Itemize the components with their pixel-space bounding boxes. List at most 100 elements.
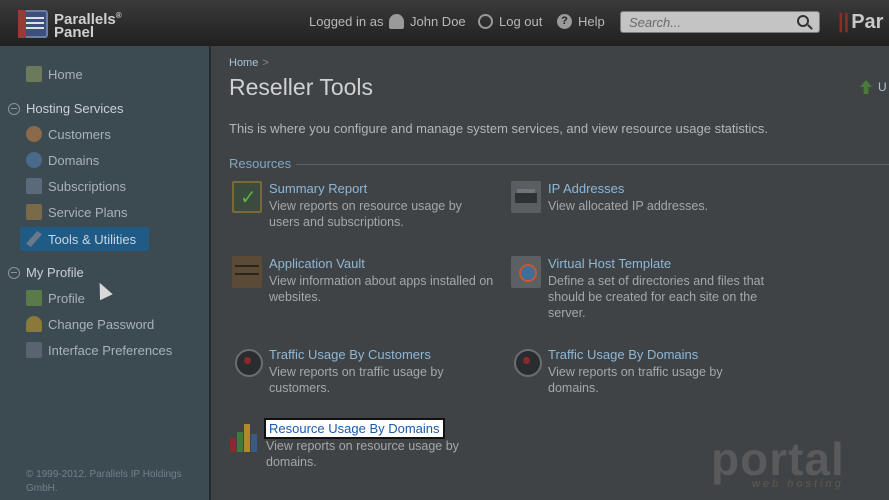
sidebar-item-customers[interactable]: Customers	[26, 126, 111, 142]
service-plans-icon	[26, 204, 42, 220]
resource-bar-2-icon	[237, 432, 243, 452]
tool-resource-usage-domains: Resource Usage By Domains View reports o…	[229, 418, 499, 470]
application-vault-link[interactable]: Application Vault	[269, 256, 497, 271]
traffic-usage-domains-description: View reports on traffic usage by domains…	[548, 365, 723, 395]
tools-icon	[26, 231, 42, 247]
search-icon[interactable]	[797, 15, 809, 27]
sidebar-item-home[interactable]: Home	[26, 66, 83, 82]
sidebar-item-label: Customers	[48, 126, 111, 142]
collapse-icon	[8, 102, 20, 115]
virtual-host-template-link[interactable]: Virtual Host Template	[548, 256, 766, 271]
application-vault-icon	[232, 256, 262, 288]
parallels-logo[interactable]: Parallels® Panel	[18, 9, 122, 41]
sidebar-item-service-plans[interactable]: Service Plans	[26, 204, 127, 220]
tool-traffic-usage-domains: Traffic Usage By Domains View reports on…	[511, 347, 771, 396]
sidebar-item-label: Change Password	[48, 316, 155, 332]
summary-report-icon	[232, 181, 262, 213]
key-icon	[26, 316, 42, 332]
mouse-cursor-icon	[93, 279, 113, 301]
sidebar-item-label: Tools & Utilities	[48, 231, 137, 247]
highlighted-link-box: Resource Usage By Domains	[264, 418, 445, 439]
help-icon: ?	[557, 14, 572, 29]
ip-addresses-description: View allocated IP addresses.	[548, 199, 709, 213]
page-title: Reseller Tools	[229, 74, 374, 100]
brand-right: || Par	[838, 11, 885, 34]
sidebar-item-label: Service Plans	[48, 204, 128, 220]
traffic-customers-icon	[232, 347, 263, 379]
sidebar: Home Hosting Services Customers Domains …	[0, 46, 210, 500]
summary-report-link[interactable]: Summary Report	[269, 181, 484, 196]
parallels-logo-icon	[18, 10, 48, 38]
upgrade-arrow-icon	[860, 80, 872, 94]
breadcrumb-home-link[interactable]: Home	[229, 57, 258, 69]
search-input[interactable]	[621, 12, 791, 32]
resource-usage-icon	[229, 420, 259, 452]
user-menu[interactable]: John Doe	[389, 14, 466, 29]
sidebar-item-label: Domains	[48, 152, 100, 168]
help-label: Help	[578, 14, 605, 29]
sidebar-item-label: Home	[48, 66, 83, 82]
sidebar-item-change-password[interactable]: Change Password	[26, 316, 154, 332]
virtual-host-template-icon	[511, 256, 541, 288]
section-title: Resources	[229, 156, 292, 171]
ip-addresses-icon	[511, 181, 541, 213]
breadcrumb: Home >	[229, 57, 269, 69]
subscriptions-icon	[26, 178, 42, 194]
resource-bar-1-icon	[230, 438, 236, 452]
logout-link[interactable]: Log out	[478, 14, 542, 29]
sidebar-section-hosting[interactable]: Hosting Services	[8, 101, 124, 116]
page-description: This is where you configure and manage s…	[229, 121, 769, 136]
traffic-usage-domains-link[interactable]: Traffic Usage By Domains	[548, 347, 748, 362]
ip-addresses-link[interactable]: IP Addresses	[548, 181, 763, 196]
summary-report-description: View reports on resource usage by users …	[269, 199, 462, 229]
logged-in-text: Logged in as	[309, 14, 384, 29]
sidebar-item-tools-utilities[interactable]: Tools & Utilities	[20, 227, 149, 251]
traffic-domains-icon	[511, 347, 542, 379]
home-icon	[26, 66, 42, 82]
breadcrumb-separator: >	[262, 57, 269, 69]
sidebar-item-label: Profile	[48, 290, 85, 306]
top-bar: Parallels® Panel Logged in as John Doe Lo…	[0, 0, 889, 46]
tool-application-vault: Application Vault View information about…	[232, 256, 493, 305]
profile-icon	[26, 290, 42, 306]
logged-in-label: Logged in as	[309, 14, 383, 29]
sidebar-item-domains[interactable]: Domains	[26, 152, 99, 168]
sidebar-section-label: Hosting Services	[26, 101, 124, 116]
power-icon	[478, 14, 493, 29]
upgrade-label: U	[878, 80, 887, 94]
tool-summary-report: Summary Report View reports on resource …	[232, 181, 482, 230]
resource-usage-domains-link[interactable]: Resource Usage By Domains	[269, 421, 440, 436]
traffic-usage-customers-description: View reports on traffic usage by custome…	[269, 365, 444, 395]
search-box	[620, 11, 820, 33]
user-name: John Doe	[410, 14, 466, 29]
sidebar-item-subscriptions[interactable]: Subscriptions	[26, 178, 126, 194]
resource-bar-4-icon	[251, 434, 257, 452]
tool-virtual-host-template: Virtual Host Template Define a set of di…	[511, 256, 771, 321]
domains-icon	[26, 152, 42, 168]
logo-text: Parallels® Panel	[54, 11, 122, 41]
virtual-host-template-description: Define a set of directories and files th…	[548, 274, 765, 320]
collapse-icon	[8, 266, 20, 279]
resource-bar-3-icon	[244, 424, 250, 452]
tool-ip-addresses: IP Addresses View allocated IP addresses…	[511, 181, 771, 214]
logout-label: Log out	[499, 14, 543, 29]
section-divider	[296, 164, 889, 165]
watermark-subtitle: web hosting	[752, 478, 844, 490]
help-link[interactable]: ? Help	[557, 14, 605, 29]
customers-icon	[26, 126, 42, 142]
sidebar-item-interface-preferences[interactable]: Interface Preferences	[26, 342, 172, 358]
traffic-usage-customers-link[interactable]: Traffic Usage By Customers	[269, 347, 469, 362]
interface-preferences-icon	[26, 342, 42, 358]
application-vault-description: View information about apps installed on…	[269, 274, 494, 304]
upgrade-link[interactable]: U	[860, 80, 887, 94]
user-icon	[389, 14, 404, 29]
sidebar-item-label: Subscriptions	[48, 178, 127, 194]
copyright: © 1999-2012. Parallels IP Holdings GmbH.	[26, 469, 182, 494]
brand-mark-icon: ||	[838, 11, 850, 33]
sidebar-section-my-profile[interactable]: My Profile	[8, 265, 84, 280]
resource-usage-domains-description: View reports on resource usage by domain…	[266, 439, 459, 469]
sidebar-item-label: Interface Preferences	[48, 342, 173, 358]
tool-traffic-usage-customers: Traffic Usage By Customers View reports …	[232, 347, 492, 396]
sidebar-section-label: My Profile	[26, 265, 84, 280]
sidebar-item-profile[interactable]: Profile	[26, 290, 85, 306]
